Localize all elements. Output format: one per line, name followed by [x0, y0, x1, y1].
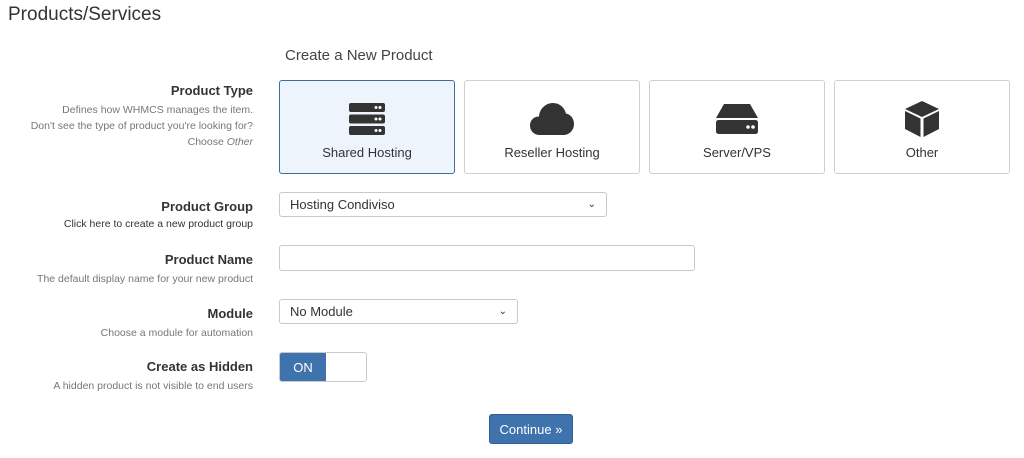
product-name-label: Product Name [164, 252, 253, 267]
module-value: No Module [290, 304, 353, 319]
help-emphasis: Other [226, 136, 253, 148]
product-type-server-vps[interactable]: Server/VPS [649, 80, 825, 174]
module-label: Module [207, 306, 254, 321]
product-type-help-3: Choose Other [31, 134, 253, 150]
chevron-down-icon: ⌄ [498, 306, 507, 317]
server-stack-icon [348, 99, 386, 139]
card-label: Other [905, 145, 939, 160]
product-name-help: The default display name for your new pr… [37, 273, 253, 285]
hidden-label: Create as Hidden [146, 359, 253, 374]
hidden-help: A hidden product is not visible to end u… [53, 380, 253, 392]
chevron-down-icon: ⌄ [587, 199, 596, 210]
product-type-reseller-hosting[interactable]: Reseller Hosting [464, 80, 640, 174]
page-title: Products/Services [8, 4, 162, 25]
product-name-input[interactable] [279, 245, 695, 271]
product-group-label-block: Product Group Click here to create a new… [64, 199, 253, 230]
module-label-block: Module Choose a module for automation [101, 306, 253, 341]
toggle-knob [326, 353, 366, 381]
card-label: Shared Hosting [322, 145, 412, 160]
product-type-label: Product Type [170, 83, 253, 98]
product-type-shared-hosting[interactable]: Shared Hosting [279, 80, 455, 174]
product-type-help-2: Don't see the type of product you're loo… [30, 120, 253, 132]
section-title: Create a New Product [285, 47, 433, 64]
hard-drive-icon [715, 99, 759, 139]
product-name-label-block: Product Name The default display name fo… [37, 252, 253, 287]
toggle-on-label: ON [280, 353, 326, 381]
hidden-label-block: Create as Hidden A hidden product is not… [53, 359, 253, 394]
help-prefix: Choose [187, 136, 227, 148]
create-hidden-toggle[interactable]: ON [279, 352, 367, 382]
module-select[interactable]: No Module ⌄ [279, 299, 518, 324]
cloud-icon [529, 99, 575, 139]
product-type-other[interactable]: Other [834, 80, 1010, 174]
product-type-label-block: Product Type Defines how WHMCS manages t… [31, 83, 253, 150]
product-type-help-1: Defines how WHMCS manages the item. [62, 104, 253, 116]
product-group-select[interactable]: Hosting Condiviso ⌄ [279, 192, 607, 217]
card-label: Server/VPS [703, 145, 771, 160]
product-group-label: Product Group [161, 199, 253, 214]
product-group-value: Hosting Condiviso [290, 197, 395, 212]
box-icon [904, 99, 940, 139]
create-product-group-link[interactable]: Click here to create a new product group [64, 218, 253, 230]
module-help: Choose a module for automation [100, 327, 253, 339]
continue-button[interactable]: Continue » [489, 414, 573, 444]
card-label: Reseller Hosting [504, 145, 600, 160]
